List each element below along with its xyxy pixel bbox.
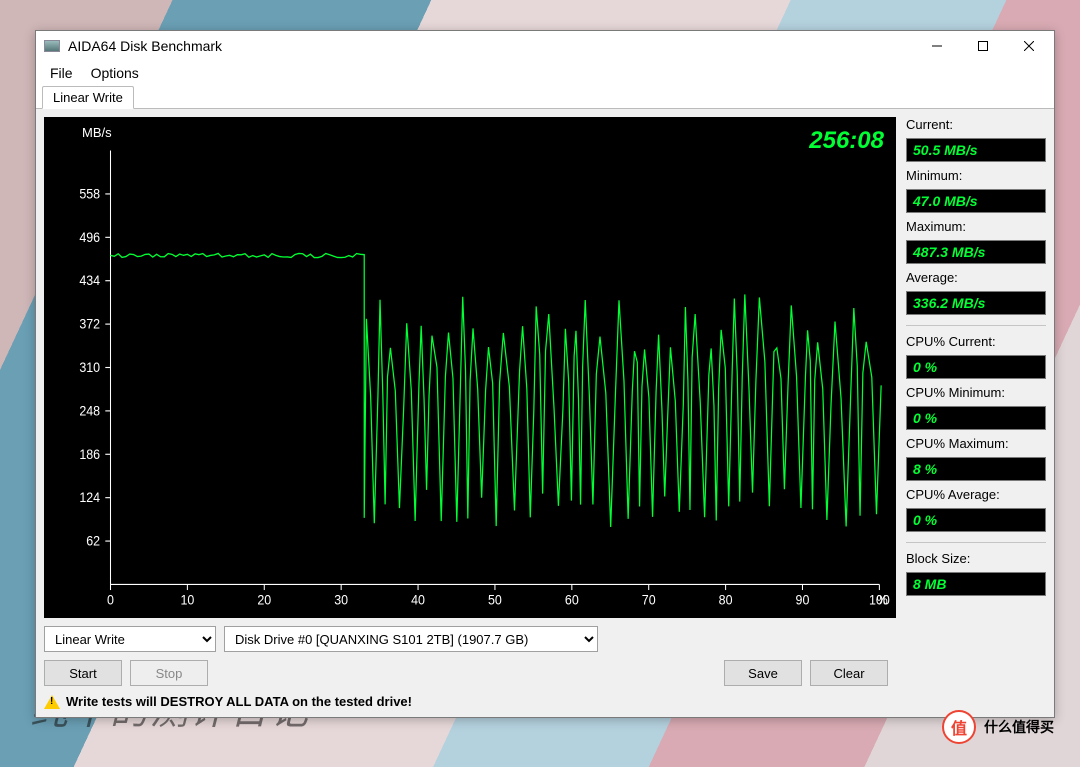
svg-text:70: 70: [642, 592, 656, 608]
svg-text:60: 60: [565, 592, 579, 608]
svg-text:90: 90: [796, 592, 810, 608]
cpu-current-value: 0 %: [906, 355, 1046, 379]
block-size-value: 8 MB: [906, 572, 1046, 596]
minimize-button[interactable]: [914, 31, 960, 61]
svg-text:10: 10: [180, 592, 194, 608]
tab-linear-write[interactable]: Linear Write: [42, 86, 134, 109]
svg-text:558: 558: [79, 186, 100, 202]
chart: 62 124 186 248 310 372 434 496 558 0 10 20 30 40 50 60 7…: [44, 117, 896, 618]
clear-button[interactable]: Clear: [810, 660, 888, 686]
cpu-maximum-label: CPU% Maximum:: [906, 436, 1046, 451]
minimum-label: Minimum:: [906, 168, 1046, 183]
save-button[interactable]: Save: [724, 660, 802, 686]
current-value: 50.5 MB/s: [906, 138, 1046, 162]
menu-options[interactable]: Options: [83, 63, 147, 83]
bottom-controls: Linear Write Disk Drive #0 [QUANXING S10…: [36, 618, 1054, 717]
site-badge-icon: 值: [942, 710, 976, 744]
site-badge: 值 什么值得买: [942, 711, 1054, 743]
svg-text:%: %: [877, 592, 889, 608]
current-label: Current:: [906, 117, 1046, 132]
svg-text:30: 30: [334, 592, 348, 608]
svg-text:434: 434: [79, 273, 100, 289]
titlebar[interactable]: AIDA64 Disk Benchmark: [36, 31, 1054, 61]
average-label: Average:: [906, 270, 1046, 285]
svg-text:20: 20: [257, 592, 271, 608]
svg-text:50: 50: [488, 592, 502, 608]
chart-canvas: 62 124 186 248 310 372 434 496 558 0 10 20 30 40 50 60 7…: [44, 117, 896, 618]
menu-file[interactable]: File: [42, 63, 81, 83]
y-axis-title: MB/s: [82, 125, 112, 140]
cpu-maximum-value: 8 %: [906, 457, 1046, 481]
elapsed-timer: 256:08: [809, 127, 884, 155]
cpu-average-value: 0 %: [906, 508, 1046, 532]
svg-text:0: 0: [107, 592, 114, 608]
divider: [906, 325, 1046, 326]
tab-strip: Linear Write: [36, 85, 1054, 109]
minimum-value: 47.0 MB/s: [906, 189, 1046, 213]
svg-text:248: 248: [79, 403, 100, 419]
stats-panel: Current: 50.5 MB/s Minimum: 47.0 MB/s Ma…: [906, 117, 1046, 618]
svg-text:186: 186: [79, 446, 100, 462]
svg-text:40: 40: [411, 592, 425, 608]
warning-text: Write tests will DESTROY ALL DATA on the…: [66, 694, 412, 709]
maximum-label: Maximum:: [906, 219, 1046, 234]
window-title: AIDA64 Disk Benchmark: [68, 38, 914, 54]
site-badge-text: 什么值得买: [984, 717, 1054, 737]
cpu-current-label: CPU% Current:: [906, 334, 1046, 349]
svg-text:62: 62: [86, 533, 100, 549]
warning-row: Write tests will DESTROY ALL DATA on the…: [44, 694, 1046, 709]
content-area: 62 124 186 248 310 372 434 496 558 0 10 20 30 40 50 60 7…: [36, 109, 1054, 618]
svg-text:124: 124: [79, 490, 100, 506]
average-value: 336.2 MB/s: [906, 291, 1046, 315]
drive-select[interactable]: Disk Drive #0 [QUANXING S101 2TB] (1907.…: [224, 626, 598, 652]
cpu-minimum-value: 0 %: [906, 406, 1046, 430]
svg-text:310: 310: [79, 360, 100, 376]
block-size-label: Block Size:: [906, 551, 1046, 566]
divider: [906, 542, 1046, 543]
svg-text:80: 80: [719, 592, 733, 608]
cpu-average-label: CPU% Average:: [906, 487, 1046, 502]
app-icon: [44, 40, 60, 52]
mode-select[interactable]: Linear Write: [44, 626, 216, 652]
warning-icon: [44, 695, 60, 709]
menubar: File Options: [36, 61, 1054, 85]
svg-text:372: 372: [79, 316, 100, 332]
start-button[interactable]: Start: [44, 660, 122, 686]
svg-text:496: 496: [79, 229, 100, 245]
maximum-value: 487.3 MB/s: [906, 240, 1046, 264]
maximize-button[interactable]: [960, 31, 1006, 61]
stop-button[interactable]: Stop: [130, 660, 208, 686]
app-window: AIDA64 Disk Benchmark File Options Linea…: [35, 30, 1055, 718]
cpu-minimum-label: CPU% Minimum:: [906, 385, 1046, 400]
close-button[interactable]: [1006, 31, 1052, 61]
